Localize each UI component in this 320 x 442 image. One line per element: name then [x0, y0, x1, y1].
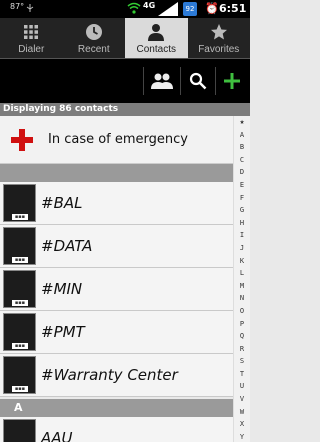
fast-scroll-letter[interactable]: D	[234, 166, 250, 179]
contact-name: #BAL	[41, 194, 83, 212]
contact-name: AAU	[41, 429, 73, 442]
alphabet-fast-scroll[interactable]: ★ A B C D E F G H I J K L M N O P Q R S …	[233, 116, 250, 442]
status-bar: 87° 4G 92 ⏰ 6:51	[0, 0, 250, 18]
contact-photo: ▪▪▪	[3, 184, 36, 222]
fast-scroll-letter[interactable]: C	[234, 154, 250, 167]
fast-scroll-letter[interactable]: M	[234, 280, 250, 293]
fast-scroll-letter[interactable]: F	[234, 192, 250, 205]
fast-scroll-letter[interactable]: P	[234, 318, 250, 331]
clock-icon	[85, 24, 102, 40]
fast-scroll-letter[interactable]: Y	[234, 431, 250, 442]
usb-icon	[26, 4, 34, 12]
fast-scroll-letter[interactable]: J	[234, 242, 250, 255]
fast-scroll-letter[interactable]: T	[234, 368, 250, 381]
tab-dialer[interactable]: Dialer	[0, 18, 63, 58]
fast-scroll-letter[interactable]: L	[234, 267, 250, 280]
tab-bar: Dialer Recent Contacts Favorites	[0, 18, 250, 58]
action-bar	[0, 58, 250, 103]
contact-row[interactable]: ▪▪▪ #DATA	[0, 225, 233, 268]
fast-scroll-letter[interactable]: X	[234, 418, 250, 431]
contact-name: #MIN	[41, 280, 83, 298]
contact-row[interactable]: ▪▪▪ #Warranty Center	[0, 354, 233, 397]
section-header	[0, 164, 233, 182]
emergency-contacts-item[interactable]: In case of emergency	[0, 116, 233, 164]
fast-scroll-letter[interactable]: W	[234, 406, 250, 419]
fast-scroll-letter[interactable]: R	[234, 343, 250, 356]
contact-row[interactable]: ▪▪▪ #PMT	[0, 311, 233, 354]
tab-contacts-label: Contacts	[136, 44, 176, 55]
fast-scroll-letter[interactable]: V	[234, 393, 250, 406]
tab-recent[interactable]: Recent	[63, 18, 126, 58]
fast-scroll-letter[interactable]: N	[234, 292, 250, 305]
contact-photo: ▪▪▪	[3, 270, 36, 308]
contact-name: #DATA	[41, 237, 93, 255]
tab-favorites-label: Favorites	[198, 44, 240, 55]
contact-row[interactable]: ▪▪▪ #MIN	[0, 268, 233, 311]
red-cross-icon	[11, 129, 33, 151]
fast-scroll-letter[interactable]: I	[234, 229, 250, 242]
emergency-label: In case of emergency	[48, 132, 188, 147]
groups-button[interactable]	[146, 65, 178, 97]
fast-scroll-letter[interactable]: ★	[234, 116, 250, 129]
fast-scroll-letter[interactable]: Q	[234, 330, 250, 343]
network-type-text: 4G	[143, 1, 156, 10]
search-icon	[189, 72, 207, 90]
alarm-icon: ⏰	[205, 2, 219, 15]
fast-scroll-letter[interactable]: K	[234, 255, 250, 268]
signal-icon	[158, 2, 178, 16]
contact-photo: ▪▪▪	[3, 356, 36, 394]
tab-recent-label: Recent	[77, 44, 110, 55]
clock-time: 6:51	[219, 2, 247, 15]
tab-favorites[interactable]: Favorites	[188, 18, 251, 58]
star-icon	[210, 24, 227, 40]
fast-scroll-letter[interactable]: E	[234, 179, 250, 192]
wifi-icon	[127, 2, 141, 14]
contact-name: #PMT	[41, 323, 85, 341]
contact-row[interactable]: ▪▪▪ #BAL	[0, 182, 233, 225]
fast-scroll-letter[interactable]: O	[234, 305, 250, 318]
contact-photo: ▪▪▪	[3, 313, 36, 351]
fast-scroll-letter[interactable]: A	[234, 129, 250, 142]
tab-dialer-label: Dialer	[18, 44, 45, 55]
tab-contacts[interactable]: Contacts	[125, 18, 188, 58]
contact-count: Displaying 86 contacts	[0, 103, 250, 116]
divider	[180, 67, 181, 95]
add-contact-button[interactable]	[216, 65, 248, 97]
contact-list[interactable]: In case of emergency ▪▪▪ #BAL ▪▪▪ #DATA …	[0, 116, 233, 442]
fast-scroll-letter[interactable]: B	[234, 141, 250, 154]
contact-name: #Warranty Center	[41, 366, 178, 384]
contact-photo: ▪▪▪	[3, 419, 36, 442]
section-header: A	[0, 399, 233, 417]
groups-icon	[151, 73, 173, 89]
person-icon	[148, 24, 165, 41]
dialpad-icon	[24, 25, 39, 39]
fast-scroll-letter[interactable]: G	[234, 204, 250, 217]
add-icon	[224, 73, 240, 89]
fast-scroll-letter[interactable]: U	[234, 380, 250, 393]
contact-row[interactable]: ▪▪▪ AAU	[0, 417, 233, 442]
search-button[interactable]	[182, 65, 214, 97]
contact-photo: ▪▪▪	[3, 227, 36, 265]
divider	[143, 67, 144, 95]
fast-scroll-letter[interactable]: S	[234, 355, 250, 368]
temperature-text: 87°	[10, 2, 25, 11]
fast-scroll-letter[interactable]: H	[234, 217, 250, 230]
battery-icon: 92	[183, 2, 197, 16]
